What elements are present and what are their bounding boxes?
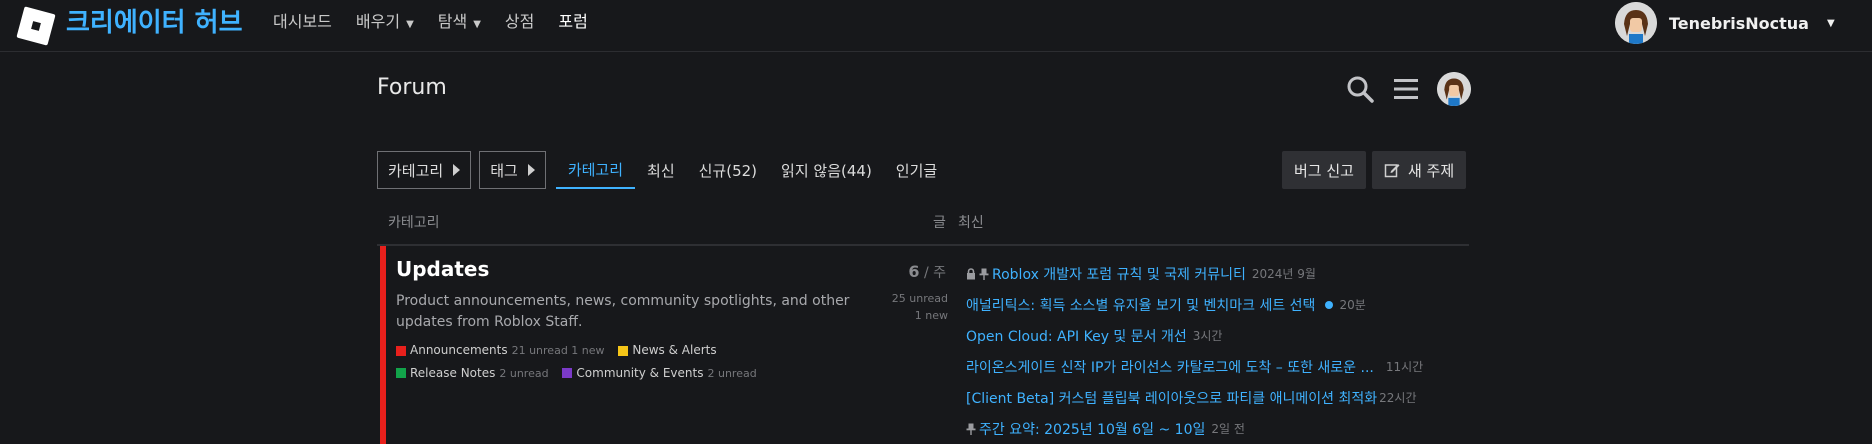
topic-title[interactable]: 라이온스게이트 신작 IP가 라이선스 카탈로그에 도착 – 또한 새로운 ..… <box>966 357 1374 377</box>
hamburger-menu-icon[interactable] <box>1391 74 1421 104</box>
nav-forum[interactable]: 포럼 <box>558 10 587 37</box>
new-count[interactable]: 1 new <box>892 307 948 324</box>
roblox-logo-icon[interactable] <box>16 6 56 46</box>
bug-report-label: 버그 신고 <box>1294 161 1354 180</box>
latest-topic-item: 라이온스게이트 신작 IP가 라이선스 카탈로그에 도착 – 또한 새로운 ..… <box>966 351 1471 382</box>
subcategory-meta: 2 unread <box>499 366 549 380</box>
new-topic-button[interactable]: 새 주제 <box>1371 151 1467 189</box>
subcategory-name: Announcements <box>410 343 508 357</box>
column-header-category[interactable]: 카테고리 <box>388 212 440 232</box>
tab-latest[interactable]: 최신 <box>635 151 687 189</box>
nav-explore[interactable]: 탐색 ▼ <box>438 10 481 37</box>
topic-title[interactable]: 애널리틱스: 획득 소스별 유지율 보기 및 벤치마크 세트 선택 <box>966 295 1315 315</box>
category-color-bar <box>380 246 386 444</box>
subcategory-color-swatch <box>396 345 406 356</box>
user-avatar[interactable] <box>1615 2 1657 44</box>
topic-title[interactable]: Open Cloud: API Key 및 문서 개선 <box>966 326 1187 346</box>
latest-topic-item: 주간 요약: 2025년 10월 6일 ~ 10일 2일 전 <box>966 413 1471 444</box>
tag-dropdown-label: 태그 <box>490 161 518 180</box>
subcategory-name: Community & Events <box>576 365 704 380</box>
topic-title[interactable]: [Client Beta] 커스텀 플립북 레이아웃으로 파티클 애니메이션 최… <box>966 388 1377 408</box>
subcategory-community-events[interactable]: Community & Events 2 unread <box>562 363 757 384</box>
pin-icon <box>979 268 989 280</box>
post-count-unit: / 주 <box>919 265 946 281</box>
nav-forum-label: 포럼 <box>558 12 588 31</box>
category-post-count: 6 / 주 <box>908 262 946 282</box>
topic-time: 2024년 9월 <box>1251 267 1316 281</box>
topic-time: 3시간 <box>1192 329 1223 343</box>
subcategory-name: Release Notes <box>410 365 496 380</box>
unread-dot-icon <box>1325 300 1334 309</box>
subcategory-name: News & Alerts <box>632 343 717 357</box>
tab-categories[interactable]: 카테고리 <box>555 151 636 189</box>
subcategory-meta: 21 unread 1 new <box>511 344 605 357</box>
new-topic-label: 새 주제 <box>1407 161 1455 180</box>
search-icon[interactable] <box>1345 74 1375 104</box>
topic-time: 20분 <box>1339 298 1366 312</box>
top-navigation-bar: 크리에이터 허브 대시보드 배우기 ▼ 탐색 ▼ 상점 포럼 TenebrisNoc… <box>0 0 1872 52</box>
subcategory-meta: 2 unread <box>707 366 757 380</box>
latest-topic-item: 애널리틱스: 획득 소스별 유지율 보기 및 벤치마크 세트 선택 20분 <box>966 289 1471 320</box>
category-unread-counts: 25 unread 1 new <box>892 290 948 324</box>
user-avatar[interactable] <box>1437 72 1471 106</box>
column-header-posts[interactable]: 글 <box>933 212 946 232</box>
chevron-down-icon[interactable]: ▼ <box>1827 18 1835 29</box>
category-dropdown[interactable]: 카테고리 <box>377 151 472 189</box>
nav-explore-label: 탐색 <box>437 12 468 31</box>
subcategory-list: Announcements 21 unread 1 new News & Ale… <box>396 340 816 385</box>
tab-new[interactable]: 신규(52) <box>687 151 769 189</box>
pin-icon <box>966 423 976 435</box>
subcategory-color-swatch <box>618 345 629 356</box>
subcategory-release-notes[interactable]: Release Notes 2 unread <box>396 363 549 384</box>
tab-top[interactable]: 인기글 <box>884 151 949 189</box>
nav-learn[interactable]: 배우기 ▼ <box>356 10 414 37</box>
latest-topics-list: Roblox 개발자 포럼 규칙 및 국제 커뮤니티 2024년 9월 애널리틱… <box>966 258 1471 444</box>
caret-right-icon <box>453 164 461 176</box>
page-title[interactable]: Forum <box>377 75 447 100</box>
bug-report-button[interactable]: 버그 신고 <box>1282 151 1366 189</box>
caret-right-icon <box>527 164 535 176</box>
category-description: Product announcements, news, community s… <box>396 293 850 330</box>
column-header-latest[interactable]: 최신 <box>958 212 984 232</box>
latest-topic-item: Roblox 개발자 포럼 규칙 및 국제 커뮤니티 2024년 9월 <box>966 258 1471 289</box>
filter-bar: 카테고리 태그 카테고리 최신 신규(52) 읽지 않음(44) 인기글 <box>377 151 949 189</box>
category-dropdown-label: 카테고리 <box>388 161 444 180</box>
avatar-icon <box>1615 2 1657 44</box>
edit-icon <box>1384 164 1400 178</box>
tab-unread[interactable]: 읽지 않음(44) <box>769 151 884 189</box>
topic-time: 2일 전 <box>1211 422 1245 436</box>
latest-topic-item: [Client Beta] 커스텀 플립북 레이아웃으로 파티클 애니메이션 최… <box>966 382 1471 413</box>
category-title[interactable]: Updates <box>396 257 489 281</box>
topic-tabs: 카테고리 최신 신규(52) 읽지 않음(44) 인기글 <box>555 151 949 189</box>
username[interactable]: TenebrisNoctua <box>1669 14 1809 33</box>
lock-icon <box>966 267 976 280</box>
topic-title[interactable]: 주간 요약: 2025년 10월 6일 ~ 10일 <box>979 419 1205 439</box>
subcategory-color-swatch <box>562 368 573 378</box>
nav-store-label: 상점 <box>504 12 535 31</box>
nav-learn-label: 배우기 <box>355 12 401 31</box>
table-divider <box>377 244 1469 246</box>
subcategory-news-alerts[interactable]: News & Alerts <box>618 340 717 361</box>
nav-dashboard[interactable]: 대시보드 <box>273 10 332 37</box>
subcategory-announcements[interactable]: Announcements 21 unread 1 new <box>396 340 605 361</box>
latest-topic-item: Open Cloud: API Key 및 문서 개선 3시간 <box>966 320 1471 351</box>
forum-header-icons <box>1345 72 1471 106</box>
unread-count[interactable]: 25 unread <box>892 290 948 307</box>
brand-title[interactable]: 크리에이터 허브 <box>66 6 243 40</box>
main-nav: 대시보드 배우기 ▼ 탐색 ▼ 상점 포럼 <box>273 10 588 37</box>
chevron-down-icon: ▼ <box>473 19 481 30</box>
filter-actions: 버그 신고 새 주제 <box>1282 151 1467 189</box>
post-count-number: 6 <box>908 262 920 281</box>
tag-dropdown[interactable]: 태그 <box>479 151 546 189</box>
topic-title[interactable]: Roblox 개발자 포럼 규칙 및 국제 커뮤니티 <box>992 264 1246 284</box>
chevron-down-icon: ▼ <box>406 19 414 30</box>
topic-time: 22시간 <box>1379 391 1417 405</box>
nav-dashboard-label: 대시보드 <box>273 12 332 31</box>
nav-store[interactable]: 상점 <box>505 10 534 37</box>
subcategory-color-swatch <box>396 368 406 378</box>
user-menu[interactable]: TenebrisNoctua ▼ <box>1615 2 1835 44</box>
topic-time: 11시간 <box>1385 360 1424 374</box>
